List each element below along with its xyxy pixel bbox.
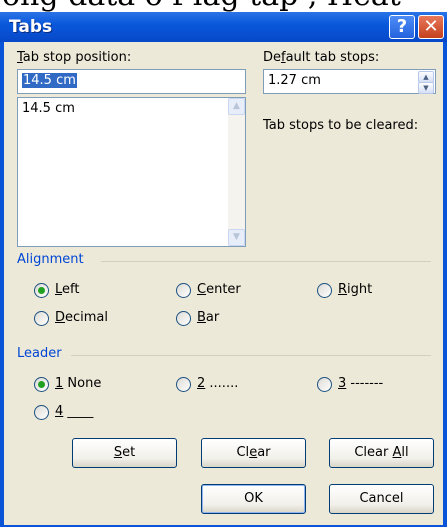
leader-none-radio[interactable]: [34, 377, 49, 392]
leader-divider: [71, 355, 431, 356]
list-item[interactable]: 14.5 cm: [22, 101, 75, 116]
alignment-right-radio[interactable]: [317, 283, 332, 298]
tab-stops-cleared-label: Tab stops to be cleared:: [263, 118, 419, 133]
alignment-decimal-radio[interactable]: [34, 311, 49, 326]
clear-all-button[interactable]: Clear All: [329, 438, 434, 468]
leader-dashes-radio[interactable]: [317, 377, 332, 392]
title-bar[interactable]: Tabs ? ✕: [0, 12, 447, 42]
spinner-buttons: ▲ ▼: [418, 71, 434, 94]
alignment-decimal-label[interactable]: Decimal: [55, 310, 108, 325]
chevron-down-icon: ▼: [423, 84, 429, 92]
default-tab-stops-value: 1.27 cm: [268, 73, 321, 88]
tabs-dialog: Tabs ? ✕ Tab stop position: 14.5 cm 14.5…: [0, 12, 447, 527]
ok-button[interactable]: OK: [201, 484, 306, 514]
close-icon: ✕: [423, 16, 439, 37]
dialog-body: Tab stop position: 14.5 cm 14.5 cm ▲ ▼ D…: [4, 42, 443, 525]
cancel-button[interactable]: Cancel: [329, 484, 434, 514]
leader-underline-label[interactable]: 4 ____: [55, 404, 93, 419]
background-document-text: ong data o f lag tap , Heat: [0, 0, 447, 12]
alignment-bar-radio[interactable]: [176, 311, 191, 326]
alignment-left-radio[interactable]: [34, 283, 49, 298]
alignment-right-label[interactable]: Right: [338, 282, 372, 297]
tab-stops-list[interactable]: 14.5 cm ▲ ▼: [17, 97, 246, 247]
chevron-down-icon: ▼: [233, 232, 240, 242]
chevron-up-icon: ▲: [423, 73, 429, 81]
chevron-up-icon: ▲: [233, 101, 240, 111]
leader-group-label: Leader: [17, 346, 62, 361]
leader-dots-radio[interactable]: [176, 377, 191, 392]
default-tab-stops-spinner[interactable]: 1.27 cm ▲ ▼: [263, 69, 436, 94]
scroll-down-button[interactable]: ▼: [228, 229, 245, 246]
clear-button[interactable]: Clear: [201, 438, 306, 468]
tab-stop-position-input[interactable]: 14.5 cm: [17, 69, 246, 94]
spin-down-button[interactable]: ▼: [418, 82, 434, 94]
alignment-bar-label[interactable]: Bar: [197, 310, 219, 325]
alignment-center-radio[interactable]: [176, 283, 191, 298]
close-button[interactable]: ✕: [418, 15, 444, 39]
help-button[interactable]: ?: [389, 15, 415, 39]
default-tab-stops-label: Default tab stops:: [263, 50, 380, 65]
dialog-title: Tabs: [9, 17, 53, 37]
alignment-center-label[interactable]: Center: [197, 282, 241, 297]
scroll-up-button[interactable]: ▲: [228, 98, 245, 115]
alignment-left-label[interactable]: Left: [55, 282, 79, 297]
alignment-divider: [101, 261, 431, 262]
leader-underline-radio[interactable]: [34, 405, 49, 420]
tab-stop-position-label: Tab stop position:: [17, 50, 132, 65]
list-scrollbar[interactable]: ▲ ▼: [228, 98, 245, 246]
leader-dashes-label[interactable]: 3 -------: [338, 376, 383, 391]
alignment-group-label: Alignment: [17, 252, 84, 267]
leader-none-label[interactable]: 1 None: [55, 376, 101, 391]
leader-dots-label[interactable]: 2 .......: [197, 376, 238, 391]
help-icon: ?: [396, 16, 408, 37]
set-button[interactable]: Set: [72, 438, 177, 468]
